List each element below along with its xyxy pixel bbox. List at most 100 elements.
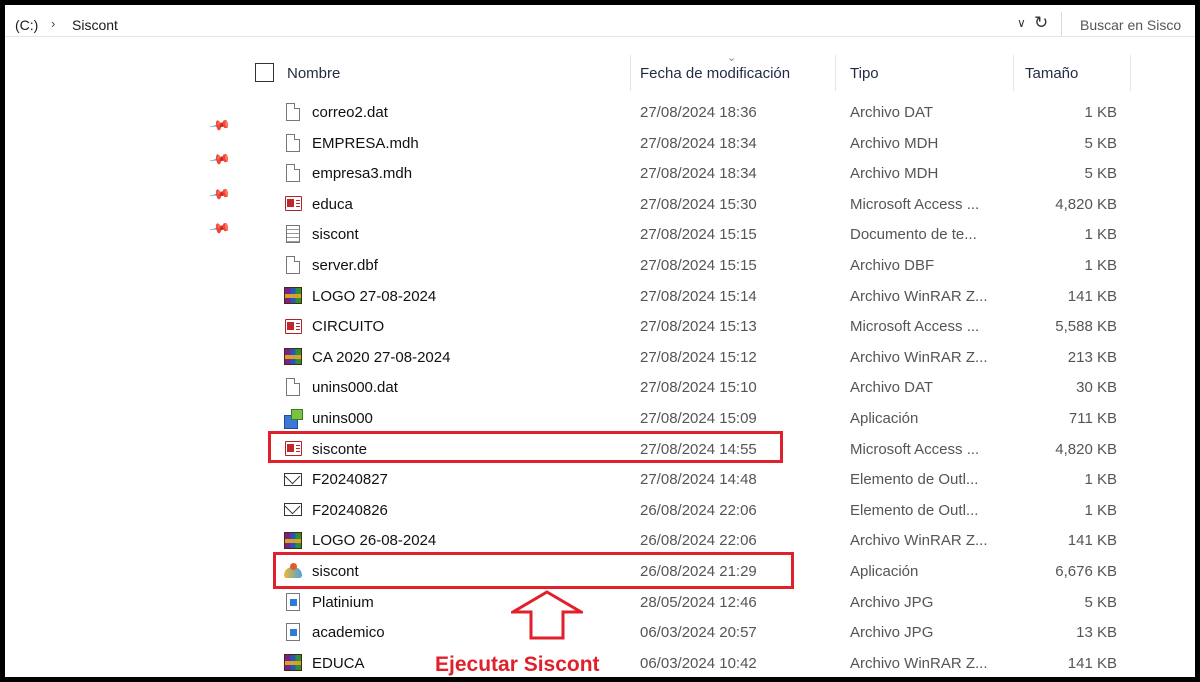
file-icon	[284, 378, 302, 397]
file-name: CA 2020 27-08-2024	[312, 348, 451, 366]
file-date: 27/08/2024 15:09	[640, 410, 757, 427]
file-row[interactable]: Platinium 28/05/2024 12:46 Archivo JPG 5 KB	[5, 587, 1195, 617]
file-name: educa	[312, 195, 353, 213]
file-size: 5 KB	[1084, 593, 1117, 611]
file-type: Archivo WinRAR Z...	[850, 532, 988, 550]
mail-icon	[284, 501, 302, 519]
jpg-icon	[284, 623, 302, 642]
access-icon	[284, 317, 302, 335]
file-name: server.dbf	[312, 257, 378, 274]
file-row[interactable]: LOGO 27-08-2024 27/08/2024 15:14 Archivo W…	[5, 281, 1195, 311]
file-size: 13 KB	[1076, 624, 1117, 642]
file-date: 27/08/2024 18:36	[640, 104, 757, 121]
file-size: 30 KB	[1076, 379, 1117, 397]
file-size: 213 KB	[1067, 348, 1117, 366]
file-row[interactable]: empresa3.mdh 27/08/2024 18:34 Archivo MDH 5…	[5, 158, 1195, 188]
winrar-icon	[284, 348, 302, 366]
file-date: 27/08/2024 15:12	[640, 348, 757, 366]
file-row[interactable]: siscont 27/08/2024 15:15 Documento de te..…	[5, 219, 1195, 249]
file-type: Microsoft Access ...	[850, 318, 980, 336]
winrar-icon	[284, 654, 302, 672]
file-type: Archivo WinRAR Z...	[850, 348, 988, 366]
file-name: LOGO 27-08-2024	[312, 287, 437, 305]
file-row[interactable]: F20240826 26/08/2024 22:06 Elemento de Out…	[5, 495, 1195, 525]
access-icon	[284, 195, 302, 213]
column-divider[interactable]	[1130, 55, 1131, 91]
file-type: Archivo DAT	[850, 379, 934, 397]
file-row[interactable]: CA 2020 27-08-2024 27/08/2024 15:12 Archiv…	[5, 342, 1195, 372]
application-icon	[284, 409, 303, 429]
mail-icon	[284, 470, 302, 488]
winrar-icon	[284, 531, 302, 549]
file-row[interactable]: LOGO 26-08-2024 26/08/2024 22:06 Archivo W…	[5, 525, 1195, 555]
file-size: 5 KB	[1084, 134, 1117, 152]
file-date: 26/08/2024 22:06	[640, 501, 757, 519]
file-date: 27/08/2024 15:13	[640, 318, 757, 336]
file-date: 27/08/2024 15:10	[640, 379, 757, 397]
arrow-up-icon	[511, 590, 583, 640]
file-size: 6,676 KB	[1055, 563, 1117, 580]
file-icon	[284, 164, 302, 183]
file-row[interactable]: correo2.dat 27/08/2024 18:36 Archivo DAT 1 …	[5, 97, 1195, 127]
file-size: 1 KB	[1084, 471, 1117, 489]
search-input[interactable]: Buscar en Sisco	[1061, 12, 1195, 36]
breadcrumb-folder[interactable]: Siscont	[72, 17, 118, 33]
file-date: 27/08/2024 15:14	[640, 287, 757, 305]
file-date: 28/05/2024 12:46	[640, 593, 757, 611]
refresh-icon[interactable]: ↻	[1034, 13, 1048, 33]
file-type: Archivo DAT	[850, 104, 934, 121]
file-icon	[284, 133, 302, 152]
file-size: 1 KB	[1084, 257, 1117, 274]
column-divider[interactable]	[1013, 55, 1014, 91]
file-name: academico	[312, 624, 385, 642]
file-date: 27/08/2024 18:34	[640, 134, 757, 152]
file-date: 26/08/2024 22:06	[640, 532, 757, 550]
file-row[interactable]: F20240827 27/08/2024 14:48 Elemento de Out…	[5, 464, 1195, 494]
search-placeholder: Buscar en Sisco	[1080, 17, 1182, 33]
breadcrumb-drive[interactable]: (C:)	[15, 17, 38, 33]
file-row[interactable]: server.dbf 27/08/2024 15:15 Archivo DBF 1 K…	[5, 250, 1195, 280]
file-date: 06/03/2024 10:42	[640, 654, 757, 672]
chevron-down-icon[interactable]: ∨	[1017, 16, 1026, 30]
winrar-icon	[284, 287, 302, 305]
file-row[interactable]: EDUCA 06/03/2024 10:42 Archivo WinRAR Z...…	[5, 648, 1195, 677]
file-name: empresa3.mdh	[312, 165, 413, 183]
file-name: unins000	[312, 410, 373, 427]
file-date: 27/08/2024 15:30	[640, 195, 757, 213]
file-date: 27/08/2024 14:48	[640, 471, 757, 489]
file-size: 5 KB	[1084, 165, 1117, 183]
sort-chevron-icon: ⌄	[727, 52, 737, 64]
select-all-checkbox[interactable]	[255, 63, 274, 82]
column-type[interactable]: Tipo	[850, 65, 879, 82]
file-row[interactable]: EMPRESA.mdh 27/08/2024 18:34 Archivo MDH 5 …	[5, 128, 1195, 158]
file-row[interactable]: unins000 27/08/2024 15:09 Aplicación 711 KB	[5, 403, 1195, 433]
column-divider[interactable]	[630, 55, 631, 91]
file-type: Archivo DBF	[850, 257, 935, 274]
file-size: 711 KB	[1068, 410, 1117, 427]
file-name: CIRCUITO	[312, 318, 385, 336]
breadcrumb-chevron-icon[interactable]: ›	[51, 16, 55, 31]
file-type: Archivo MDH	[850, 165, 939, 183]
column-date[interactable]: Fecha de modificación	[640, 65, 790, 82]
highlight-box-siscont	[273, 552, 794, 589]
file-row[interactable]: academico 06/03/2024 20:57 Archivo JPG 13 K…	[5, 617, 1195, 647]
file-row[interactable]: educa 27/08/2024 15:30 Microsoft Access ..…	[5, 189, 1195, 219]
file-name: F20240826	[312, 501, 388, 519]
file-name: LOGO 26-08-2024	[312, 532, 437, 550]
column-name[interactable]: Nombre	[287, 65, 340, 82]
file-name: F20240827	[312, 471, 388, 489]
file-type: Microsoft Access ...	[850, 195, 980, 213]
file-row[interactable]: CIRCUITO 27/08/2024 15:13 Microsoft Access…	[5, 311, 1195, 341]
file-name: EMPRESA.mdh	[312, 134, 419, 152]
file-name: unins000.dat	[312, 379, 398, 397]
column-header: Nombre ⌄ Fecha de modificación Tipo Tama…	[5, 52, 1195, 91]
file-row[interactable]: unins000.dat 27/08/2024 15:10 Archivo DAT 3…	[5, 372, 1195, 402]
address-bar[interactable]: (C:) › Siscont ∨ ↻ Buscar en Sisco	[5, 11, 1195, 37]
column-size[interactable]: Tamaño	[1025, 65, 1078, 82]
highlight-box-sisconte	[268, 431, 783, 463]
file-type: Archivo MDH	[850, 134, 939, 152]
file-size: 141 KB	[1067, 287, 1117, 305]
file-type: Archivo JPG	[850, 593, 934, 611]
column-divider[interactable]	[835, 55, 836, 91]
file-size: 4,820 KB	[1055, 440, 1117, 458]
